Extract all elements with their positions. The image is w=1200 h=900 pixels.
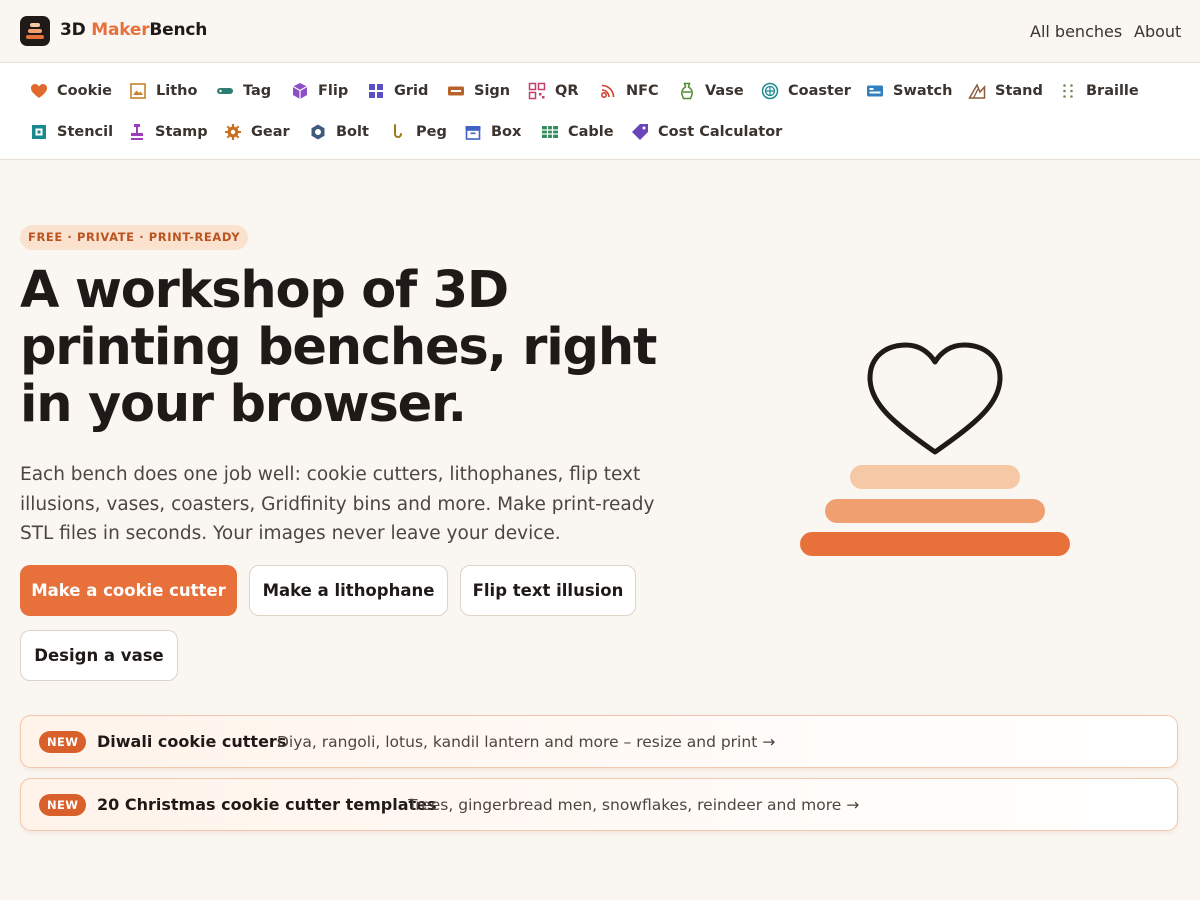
all-benches-link[interactable]: All benches xyxy=(1030,22,1122,41)
coaster-icon xyxy=(761,82,779,100)
news-description: Trees, gingerbread men, snowflakes, rein… xyxy=(408,796,860,814)
nav-item-braille[interactable]: Braille xyxy=(1059,80,1139,102)
nav-item-cost-calculator[interactable]: Cost Calculator xyxy=(631,121,782,143)
image-icon xyxy=(130,83,146,99)
nav-item-grid[interactable]: Grid xyxy=(367,80,428,102)
design-vase-button[interactable]: Design a vase xyxy=(20,630,178,681)
nav-item-qr[interactable]: QR xyxy=(528,80,579,102)
nav-item-litho[interactable]: Litho xyxy=(129,80,197,102)
nav-item-box[interactable]: Box xyxy=(464,121,521,143)
new-badge: NEW xyxy=(39,731,87,753)
news-description: Diya, rangoli, lotus, kandil lantern and… xyxy=(277,733,776,751)
nav-item-vase[interactable]: Vase xyxy=(678,80,744,102)
bench-nav: Cookie Litho Tag Flip Grid Sign QR NFC V… xyxy=(0,63,1200,160)
make-lithophane-button[interactable]: Make a lithophane xyxy=(249,565,448,616)
nav-item-stand[interactable]: Stand xyxy=(968,80,1043,102)
about-link[interactable]: About xyxy=(1134,22,1181,41)
new-badge: NEW xyxy=(39,794,87,816)
news-card-christmas[interactable]: NEW 20 Christmas cookie cutter templates… xyxy=(20,778,1178,831)
nav-item-stencil[interactable]: Stencil xyxy=(30,121,113,143)
tag-icon xyxy=(217,88,233,94)
sign-icon xyxy=(448,86,464,96)
news-card-diwali[interactable]: NEW Diwali cookie cutters Diya, rangoli,… xyxy=(20,715,1178,768)
vase-icon xyxy=(681,82,693,100)
news-title: 20 Christmas cookie cutter templates xyxy=(97,795,437,814)
brand-name: 3D MakerBench xyxy=(60,20,208,40)
layer-bar-bottom xyxy=(800,532,1070,556)
nav-item-flip[interactable]: Flip xyxy=(291,80,348,102)
hero-description: Each bench does one job well: cookie cut… xyxy=(20,464,655,544)
nav-item-gear[interactable]: Gear xyxy=(224,121,290,143)
stencil-icon xyxy=(32,125,46,139)
peg-icon xyxy=(394,124,402,138)
logo-icon xyxy=(20,16,50,46)
nav-item-tag[interactable]: Tag xyxy=(216,80,271,102)
gear-icon xyxy=(225,124,241,140)
layer-bar-top xyxy=(850,465,1020,489)
stamp-icon xyxy=(131,124,143,140)
qr-icon xyxy=(528,82,546,100)
bolt-icon xyxy=(311,124,325,140)
nav-item-bolt[interactable]: Bolt xyxy=(309,121,369,143)
page-title: A workshop of 3D printing benches, right… xyxy=(20,261,657,434)
box-icon xyxy=(465,126,481,140)
cable-icon xyxy=(542,126,558,138)
top-bar: 3D MakerBench All benches About xyxy=(0,0,1200,63)
layer-bar-middle xyxy=(825,499,1045,523)
nav-item-cable[interactable]: Cable xyxy=(541,121,614,143)
flip-text-illusion-button[interactable]: Flip text illusion xyxy=(460,565,636,616)
cube-icon xyxy=(292,83,308,99)
swatch-icon xyxy=(867,85,883,97)
nav-item-nfc[interactable]: NFC xyxy=(599,80,659,102)
news-title: Diwali cookie cutters xyxy=(97,732,287,751)
heart-outline-icon xyxy=(867,342,1003,455)
nav-item-cookie[interactable]: Cookie xyxy=(30,80,112,102)
cookie-cutter-illustration xyxy=(800,342,1070,556)
hero-badge: FREE · PRIVATE · PRINT-READY xyxy=(20,225,249,250)
nav-item-sign[interactable]: Sign xyxy=(447,80,510,102)
braille-icon xyxy=(1063,84,1073,98)
heart-icon xyxy=(31,84,47,98)
nav-item-stamp[interactable]: Stamp xyxy=(128,121,208,143)
stand-icon xyxy=(968,83,986,99)
nav-item-peg[interactable]: Peg xyxy=(389,121,447,143)
make-cookie-cutter-button[interactable]: Make a cookie cutter xyxy=(20,565,237,616)
grid-icon xyxy=(369,84,383,98)
nav-item-coaster[interactable]: Coaster xyxy=(761,80,851,102)
nav-item-swatch[interactable]: Swatch xyxy=(866,80,952,102)
nfc-icon xyxy=(600,84,615,99)
price-tag-icon xyxy=(632,124,648,140)
